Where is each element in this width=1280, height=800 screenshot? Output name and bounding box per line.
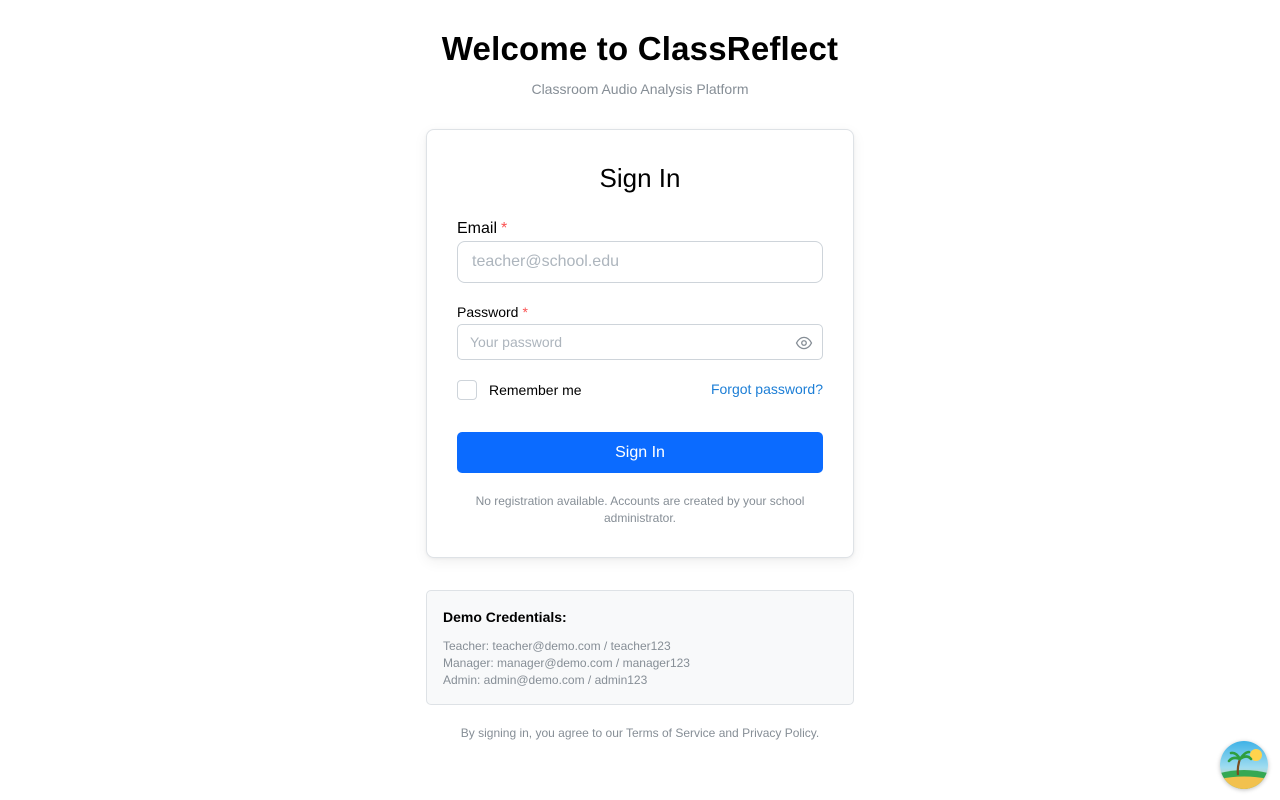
- terms-of-service-link[interactable]: Terms of Service: [626, 726, 715, 740]
- password-input[interactable]: [470, 325, 790, 359]
- demo-credential-teacher: Teacher: teacher@demo.com / teacher123: [443, 639, 671, 653]
- password-label-text: Password: [457, 304, 519, 320]
- demo-credential-manager: Manager: manager@demo.com / manager123: [443, 656, 690, 670]
- privacy-policy-link[interactable]: Privacy Policy: [742, 726, 816, 740]
- demo-credential-admin: Admin: admin@demo.com / admin123: [443, 673, 648, 687]
- legal-prefix: By signing in, you agree to our: [460, 726, 623, 740]
- legal-suffix: .: [815, 726, 820, 740]
- demo-credentials-title: Demo Credentials:: [443, 609, 567, 625]
- tropical-island-avatar-icon[interactable]: [1220, 741, 1268, 789]
- legal-and: and: [718, 726, 739, 740]
- legal-notice: By signing in, you agree to our Terms of…: [0, 726, 1280, 740]
- demo-credentials-box: Demo Credentials: Teacher: teacher@demo.…: [426, 590, 854, 705]
- forgot-password-link[interactable]: Forgot password?: [711, 381, 823, 397]
- demo-credentials-list: Teacher: teacher@demo.com / teacher123 M…: [443, 638, 690, 689]
- page-title: Welcome to ClassReflect: [441, 30, 839, 67]
- email-required-mark: *: [501, 220, 508, 237]
- email-field-wrapper: [457, 241, 823, 283]
- sign-in-button[interactable]: Sign In: [457, 432, 823, 473]
- registration-note: No registration available. Accounts are …: [475, 494, 805, 525]
- password-field-wrapper: [457, 324, 823, 360]
- remember-me-label[interactable]: Remember me: [489, 382, 582, 398]
- email-input[interactable]: [472, 242, 792, 282]
- password-label: Password *: [457, 304, 528, 320]
- eye-icon[interactable]: [795, 335, 813, 351]
- password-required-mark: *: [522, 304, 528, 320]
- sign-in-title: Sign In: [599, 163, 681, 193]
- remember-me-checkbox[interactable]: [457, 380, 477, 400]
- page-subtitle: Classroom Audio Analysis Platform: [531, 81, 749, 97]
- email-label-text: Email: [457, 220, 498, 237]
- sign-in-card: Sign In Email* Password* Remember me For…: [426, 129, 854, 558]
- email-label: Email *: [457, 220, 507, 238]
